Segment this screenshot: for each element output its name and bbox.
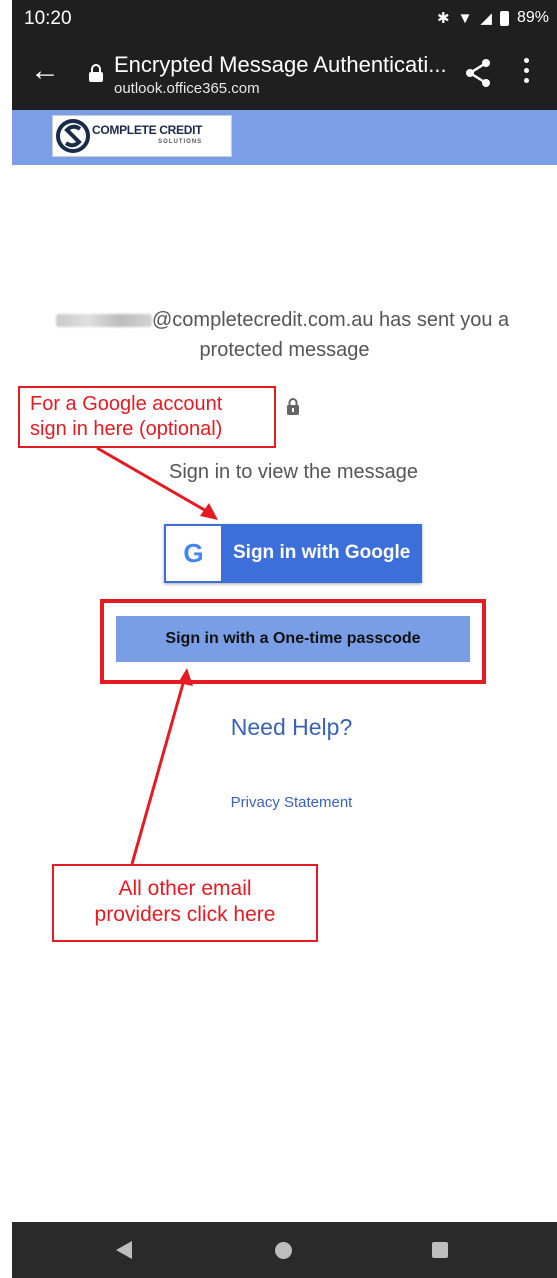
nav-back-icon[interactable] — [114, 1240, 134, 1260]
phone-screen: 10:20 ✱ ▼ ◢ 89% ← Encrypted Message Auth… — [12, 0, 557, 1278]
otp-annotation-callout: All other email providers click here — [52, 864, 318, 942]
annotation-arrows — [96, 446, 218, 865]
system-nav-bar — [12, 1222, 557, 1278]
google-arrow — [96, 446, 218, 520]
nav-home-icon[interactable] — [275, 1242, 292, 1259]
otp-arrow — [130, 668, 193, 865]
nav-recents-icon[interactable] — [432, 1242, 448, 1258]
google-annotation-callout: For a Google account sign in here (optio… — [18, 386, 276, 448]
